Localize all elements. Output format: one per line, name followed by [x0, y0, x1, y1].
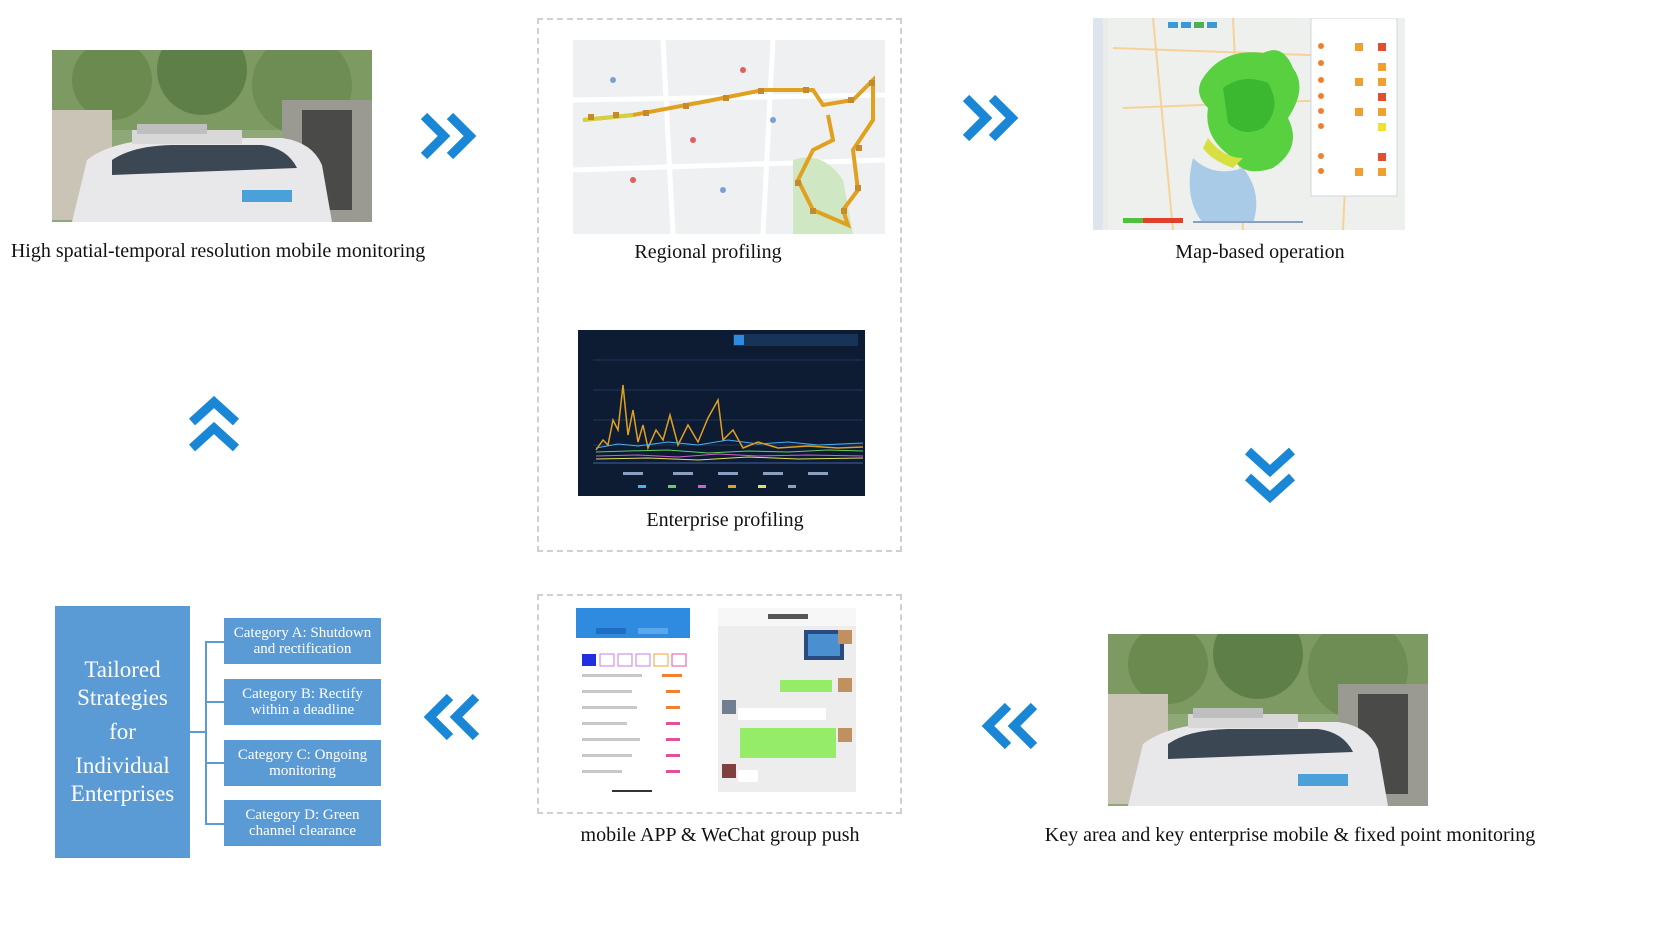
mobile-monitoring-photo [52, 50, 372, 222]
strategies-title-line: for [109, 719, 136, 744]
double-chevron-right-icon [420, 112, 482, 160]
category-d-line1: Category D: Green [245, 807, 360, 823]
category-d-line2: channel clearance [248, 823, 356, 839]
app-push-caption: mobile APP & WeChat group push [580, 824, 860, 846]
enterprise-profiling-caption: Enterprise profiling [646, 509, 804, 531]
connector-line [205, 641, 207, 823]
category-d-box: Category D: Green channel clearance [224, 800, 381, 846]
strategies-title-line: Tailored [84, 657, 161, 682]
double-chevron-up-icon [188, 396, 240, 452]
regional-profiling-caption: Regional profiling [634, 241, 782, 263]
double-chevron-left-icon [418, 693, 480, 741]
connector-line [205, 762, 224, 764]
category-a-box: Category A: Shutdown and rectification [224, 618, 381, 664]
double-chevron-right-icon [962, 94, 1024, 142]
mobile-monitoring-caption: High spatial-temporal resolution mobile … [10, 240, 426, 262]
category-c-line2: monitoring [269, 763, 336, 779]
regional-profiling-map [573, 40, 885, 234]
connector-line [205, 823, 224, 825]
double-chevron-left-icon [976, 702, 1038, 750]
category-b-line2: within a deadline [250, 702, 355, 718]
category-a-line2: and rectification [253, 641, 352, 657]
key-area-monitoring-photo [1108, 634, 1428, 806]
connector-line [205, 641, 224, 643]
mobile-app-screenshot [576, 608, 690, 794]
map-operation-screenshot [1093, 18, 1405, 230]
strategies-title-line: Strategies [77, 685, 168, 710]
map-operation-caption: Map-based operation [1175, 241, 1345, 263]
key-area-caption: Key area and key enterprise mobile & fix… [1044, 824, 1536, 846]
category-b-box: Category B: Rectify within a deadline [224, 679, 381, 725]
connector-line [205, 701, 224, 703]
tailored-strategies-box: Tailored Strategies for Individual Enter… [55, 606, 190, 858]
wechat-group-screenshot [718, 608, 856, 792]
category-b-line1: Category B: Rectify [242, 686, 363, 702]
strategies-title-line: Individual [75, 753, 170, 778]
category-c-box: Category C: Ongoing monitoring [224, 740, 381, 786]
connector-line [190, 731, 206, 733]
strategies-title-line: Enterprises [70, 781, 175, 806]
category-c-line1: Category C: Ongoing [237, 747, 368, 763]
enterprise-profiling-chart [578, 330, 865, 496]
category-a-line1: Category A: Shutdown [233, 625, 372, 641]
double-chevron-down-icon [1244, 447, 1296, 503]
